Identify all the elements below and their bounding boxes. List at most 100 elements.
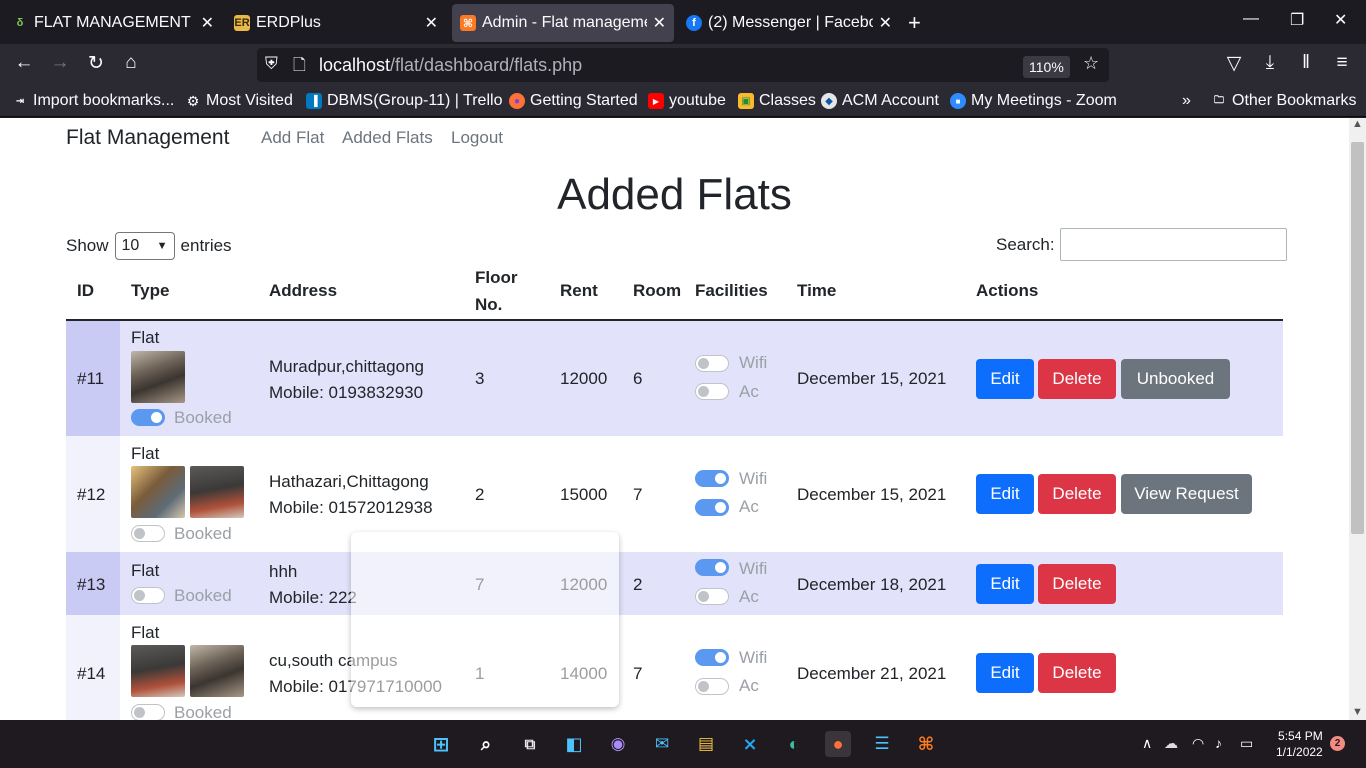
notepad-icon[interactable]: ☰ xyxy=(869,731,895,757)
bookmark-trello[interactable]: ▐ DBMS(Group-11) | Trello xyxy=(306,92,502,110)
booked-toggle[interactable] xyxy=(131,525,165,542)
edit-button[interactable]: Edit xyxy=(976,653,1034,693)
delete-button[interactable]: Delete xyxy=(1038,564,1116,604)
close-icon[interactable]: ✕ xyxy=(425,13,438,33)
tab-messenger[interactable]: f (2) Messenger | Faceboo ✕ xyxy=(678,4,900,42)
other-bookmarks[interactable]: 🗀 Other Bookmarks xyxy=(1211,92,1356,110)
view-request-button[interactable]: View Request xyxy=(1121,474,1252,514)
downloads-icon[interactable]: ⤓ xyxy=(1258,52,1282,74)
wifi-toggle[interactable] xyxy=(695,355,729,372)
restore-button[interactable]: ❐ xyxy=(1290,10,1304,30)
windows-start-icon[interactable]: ⊞ xyxy=(428,731,454,757)
bookmark-acm[interactable]: ◆ ACM Account xyxy=(821,92,939,110)
url-bar[interactable]: ⛨ 🗋 localhost/flat/dashboard/flats.php 1… xyxy=(257,48,1109,82)
onedrive-icon[interactable]: ☁ xyxy=(1164,735,1178,752)
system-clock[interactable]: 5:54 PM 1/1/2022 xyxy=(1276,728,1323,760)
header-room[interactable]: Room xyxy=(633,277,681,304)
nav-link-added-flats[interactable]: Added Flats xyxy=(342,128,433,148)
minimize-button[interactable]: — xyxy=(1243,10,1259,28)
bookmark-getting-started[interactable]: ● Getting Started xyxy=(509,92,638,110)
back-button[interactable]: ← xyxy=(12,52,36,74)
delete-button[interactable]: Delete xyxy=(1038,474,1116,514)
search-icon[interactable]: ⌕ xyxy=(473,731,499,757)
scroll-up-icon[interactable]: ▲ xyxy=(1352,118,1363,130)
unbooked-button[interactable]: Unbooked xyxy=(1121,359,1230,399)
new-tab-button[interactable]: + xyxy=(908,10,921,36)
library-icon[interactable]: ‖ xyxy=(1294,52,1318,74)
url-text[interactable]: localhost/flat/dashboard/flats.php xyxy=(319,55,582,76)
edit-button[interactable]: Edit xyxy=(976,564,1034,604)
close-icon[interactable]: ✕ xyxy=(653,13,666,33)
tray-chevron-icon[interactable]: ∧ xyxy=(1142,735,1152,752)
edge-icon[interactable]: ◐ xyxy=(781,731,807,757)
close-icon[interactable]: ✕ xyxy=(879,13,892,33)
bookmark-zoom[interactable]: ■ My Meetings - Zoom xyxy=(950,92,1117,110)
scrollbar-thumb[interactable] xyxy=(1351,142,1364,534)
header-type[interactable]: Type xyxy=(131,277,169,304)
page-scrollbar[interactable]: ▲ ▼ xyxy=(1349,118,1366,720)
notification-badge[interactable]: 2 xyxy=(1330,736,1345,751)
nav-link-add-flat[interactable]: Add Flat xyxy=(261,128,324,148)
menu-icon[interactable]: ≡ xyxy=(1330,52,1354,74)
header-facilities[interactable]: Facilities xyxy=(695,277,768,304)
bookmarks-overflow-icon[interactable]: » xyxy=(1182,92,1191,110)
nav-link-logout[interactable]: Logout xyxy=(451,128,503,148)
bookmark-import[interactable]: ⇥ Import bookmarks... xyxy=(12,92,175,110)
wifi-toggle[interactable] xyxy=(695,559,729,576)
search-input[interactable] xyxy=(1059,228,1287,261)
flat-photo[interactable] xyxy=(190,466,244,518)
header-floor-no[interactable]: Floor No. xyxy=(475,264,525,318)
ac-toggle[interactable] xyxy=(695,383,729,400)
bookmark-star-icon[interactable]: ☆ xyxy=(1083,53,1099,74)
wifi-icon[interactable]: ◠ xyxy=(1192,735,1204,752)
scroll-down-icon[interactable]: ▼ xyxy=(1352,706,1363,718)
header-address[interactable]: Address xyxy=(269,277,337,304)
flat-photo[interactable] xyxy=(190,645,244,697)
flat-photo[interactable] xyxy=(131,466,185,518)
tab-flat-management[interactable]: δ FLAT MANAGEMENT SY ✕ xyxy=(4,4,222,42)
ac-toggle[interactable] xyxy=(695,588,729,605)
ac-toggle[interactable] xyxy=(695,499,729,516)
bookmark-youtube[interactable]: ▶ youtube xyxy=(648,92,726,110)
ac-toggle[interactable] xyxy=(695,678,729,695)
header-rent[interactable]: Rent xyxy=(560,277,598,304)
wifi-toggle[interactable] xyxy=(695,649,729,666)
mail-icon[interactable]: ✉ xyxy=(649,731,675,757)
delete-button[interactable]: Delete xyxy=(1038,653,1116,693)
task-view-icon[interactable]: ⧉ xyxy=(517,731,543,757)
widgets-icon[interactable]: ◧ xyxy=(561,731,587,757)
flat-photo[interactable] xyxy=(131,645,185,697)
battery-icon[interactable]: ▭ xyxy=(1240,735,1253,752)
tab-admin-flat[interactable]: ⌘ Admin - Flat manageme ✕ xyxy=(452,4,674,42)
teams-chat-icon[interactable]: ◉ xyxy=(605,731,631,757)
entries-select[interactable]: 10 ▼ xyxy=(114,232,175,260)
firefox-icon[interactable]: ● xyxy=(825,731,851,757)
edit-button[interactable]: Edit xyxy=(976,474,1034,514)
file-explorer-icon[interactable]: ▤ xyxy=(693,731,719,757)
close-icon[interactable]: ✕ xyxy=(201,13,214,33)
booked-toggle[interactable] xyxy=(131,409,165,426)
delete-button[interactable]: Delete xyxy=(1038,359,1116,399)
wifi-toggle[interactable] xyxy=(695,470,729,487)
bookmark-classes[interactable]: ▣ Classes xyxy=(738,92,816,110)
vscode-icon[interactable]: ⨯ xyxy=(737,731,763,757)
reload-button[interactable]: ↻ xyxy=(84,52,108,75)
pocket-icon[interactable]: ▽ xyxy=(1222,52,1246,75)
zoom-level[interactable]: 110% xyxy=(1023,56,1070,78)
volume-icon[interactable]: ♪ xyxy=(1215,735,1222,751)
booked-toggle[interactable] xyxy=(131,587,165,604)
flat-photo[interactable] xyxy=(131,351,185,403)
close-window-button[interactable]: ✕ xyxy=(1334,10,1347,30)
xampp-icon[interactable]: ⌘ xyxy=(913,731,939,757)
header-time[interactable]: Time xyxy=(797,277,836,304)
tab-erdplus[interactable]: ER ERDPlus ✕ xyxy=(226,4,446,42)
edit-button[interactable]: Edit xyxy=(976,359,1034,399)
navbar-brand[interactable]: Flat Management xyxy=(66,126,229,150)
home-button[interactable]: ⌂ xyxy=(119,52,143,74)
header-id[interactable]: ID xyxy=(77,277,94,304)
booked-toggle[interactable] xyxy=(131,704,165,720)
header-actions[interactable]: Actions xyxy=(976,277,1038,304)
shield-icon[interactable]: ⛨ xyxy=(265,54,278,74)
forward-button[interactable]: → xyxy=(48,52,72,74)
bookmark-most-visited[interactable]: ⚙ Most Visited xyxy=(185,92,293,110)
